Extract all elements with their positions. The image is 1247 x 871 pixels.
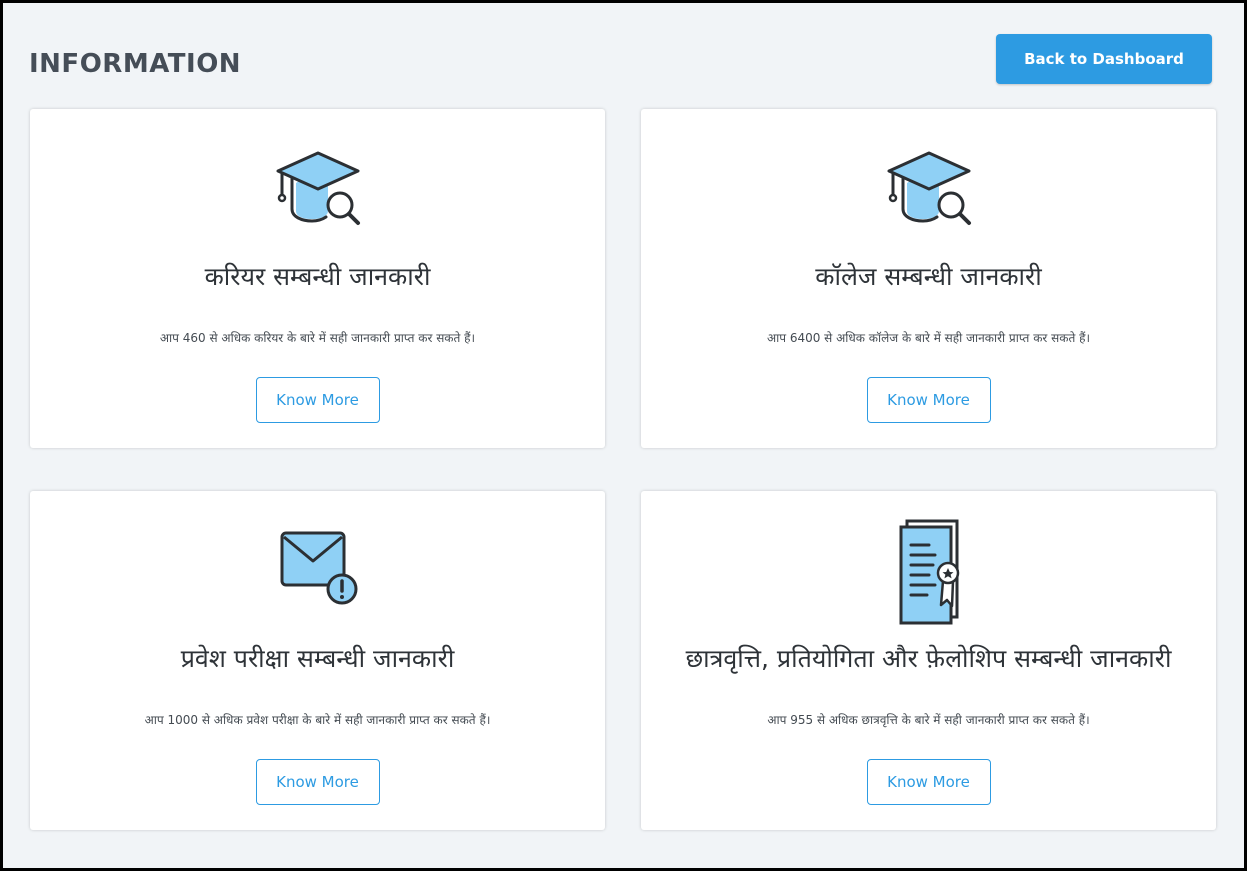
back-to-dashboard-button[interactable]: Back to Dashboard xyxy=(996,34,1212,84)
know-more-button[interactable]: Know More xyxy=(255,377,380,423)
information-page: INFORMATION Back to Dashboard करियर सम्ब… xyxy=(0,0,1247,871)
graduation-cap-search-icon xyxy=(30,139,605,229)
page-header: INFORMATION Back to Dashboard xyxy=(29,34,1214,89)
card-title: कॉलेज सम्बन्धी जानकारी xyxy=(815,262,1042,291)
card-title: छात्रवृत्ति, प्रतियोगिता और फ़ेलोशिप सम्… xyxy=(685,644,1172,673)
know-more-button[interactable]: Know More xyxy=(255,759,380,805)
card-description: आप 1000 से अधिक प्रवेश परीक्षा के बारे म… xyxy=(144,713,491,727)
card-title: प्रवेश परीक्षा सम्बन्धी जानकारी xyxy=(180,644,455,673)
certificate-icon xyxy=(641,519,1216,625)
card-description: आप 955 से अधिक छात्रवृत्ति के बारे में स… xyxy=(767,713,1090,727)
card-entrance-exam-info: प्रवेश परीक्षा सम्बन्धी जानकारी आप 1000 … xyxy=(30,491,605,830)
mail-alert-icon xyxy=(30,521,605,611)
card-college-info: कॉलेज सम्बन्धी जानकारी आप 6400 से अधिक क… xyxy=(641,109,1216,448)
card-scholarship-info: छात्रवृत्ति, प्रतियोगिता और फ़ेलोशिप सम्… xyxy=(641,491,1216,830)
card-title: करियर सम्बन्धी जानकारी xyxy=(204,262,431,291)
know-more-button[interactable]: Know More xyxy=(866,759,991,805)
card-description: आप 6400 से अधिक कॉलेज के बारे में सही जा… xyxy=(766,331,1091,345)
graduation-cap-search-icon xyxy=(641,139,1216,229)
card-description: आप 460 से अधिक करियर के बारे में सही जान… xyxy=(159,331,476,345)
know-more-button[interactable]: Know More xyxy=(866,377,991,423)
page-title: INFORMATION xyxy=(29,49,242,79)
card-career-info: करियर सम्बन्धी जानकारी आप 460 से अधिक कर… xyxy=(30,109,605,448)
